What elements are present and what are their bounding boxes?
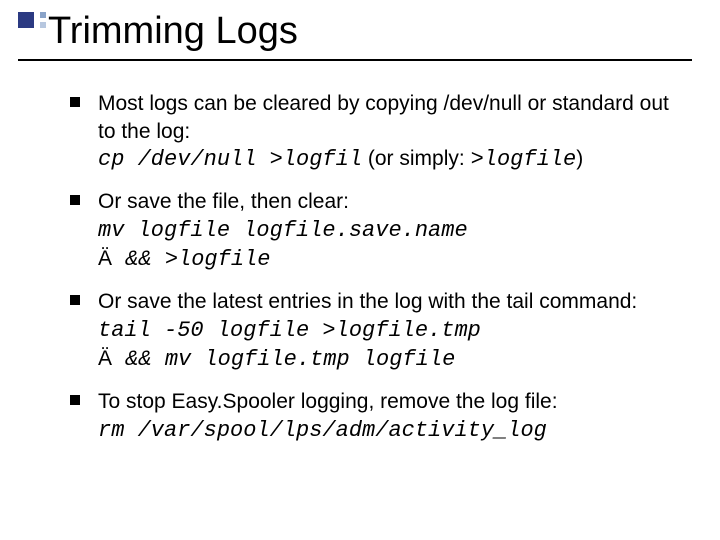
paren-end: ) <box>576 147 583 170</box>
list-item: Or save the latest entries in the log wi… <box>70 288 690 374</box>
bullet-text: To stop Easy.Spooler logging, remove the… <box>98 390 558 413</box>
continuation-arrow-icon: Ä <box>98 247 112 270</box>
title-rule <box>18 59 692 61</box>
accent-square-small <box>40 12 46 18</box>
bullet-list: Most logs can be cleared by copying /dev… <box>70 90 690 445</box>
command-text: cp /dev/null >logfil <box>98 147 362 172</box>
bullet-text: Or save the file, then clear: <box>98 190 349 213</box>
continuation-arrow-icon: Ä <box>98 347 112 370</box>
list-item: Or save the file, then clear: mv logfile… <box>70 188 690 274</box>
content: Most logs can be cleared by copying /dev… <box>70 90 690 459</box>
title-block: Trimming Logs <box>48 10 692 61</box>
accent-square-small <box>40 22 46 28</box>
bullet-text: Or save the latest entries in the log wi… <box>98 290 637 313</box>
paren-text: (or simply: <box>362 147 471 170</box>
command-text: mv logfile logfile.save.name <box>98 218 468 243</box>
accent-decor <box>18 12 46 28</box>
command-text: && >logfile <box>112 247 270 272</box>
accent-square-col <box>40 12 46 28</box>
page-title: Trimming Logs <box>48 10 692 53</box>
command-text: rm /var/spool/lps/adm/activity_log <box>98 418 547 443</box>
command-text: tail -50 logfile >logfile.tmp <box>98 318 481 343</box>
list-item: Most logs can be cleared by copying /dev… <box>70 90 690 174</box>
accent-square-large <box>18 12 34 28</box>
command-text: && mv logfile.tmp logfile <box>112 347 455 372</box>
command-text: >logfile <box>471 147 577 172</box>
bullet-text: Most logs can be cleared by copying /dev… <box>98 92 669 143</box>
list-item: To stop Easy.Spooler logging, remove the… <box>70 388 690 445</box>
